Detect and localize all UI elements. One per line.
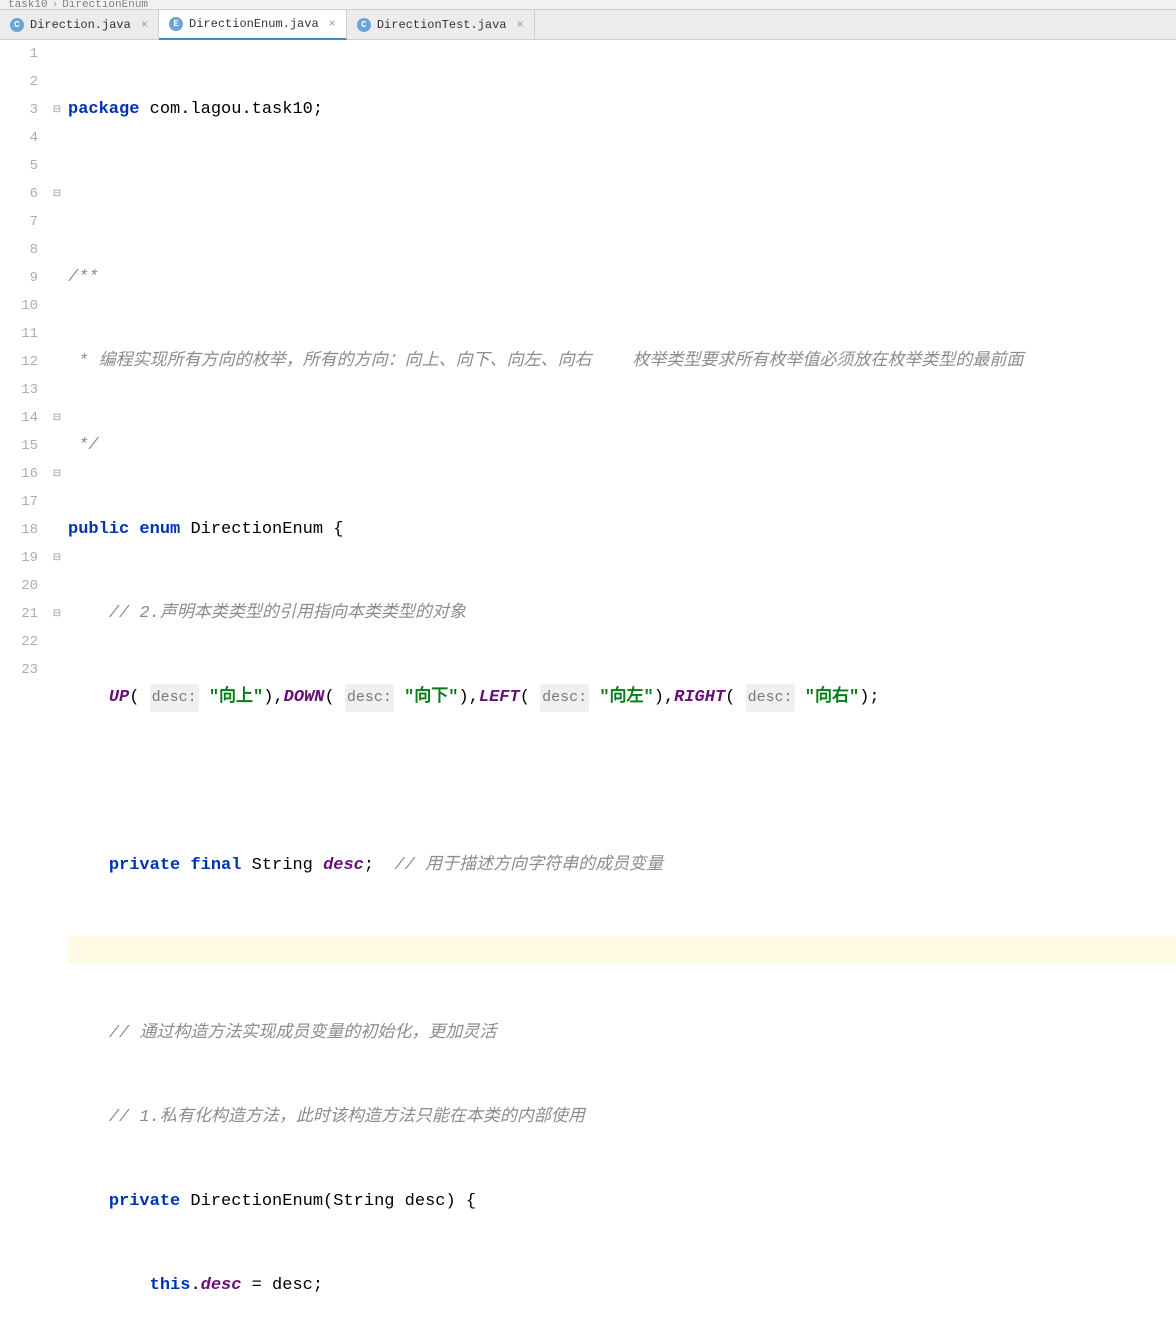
fold-icon[interactable]: ⊟ (50, 180, 64, 208)
code-line: // 通过构造方法实现成员变量的初始化，更加灵活 (68, 1020, 1176, 1048)
close-icon[interactable]: × (329, 17, 336, 31)
code-line: this.desc = desc; (68, 1272, 1176, 1300)
tab-label: DirectionEnum.java (189, 17, 319, 31)
tab-label: DirectionTest.java (377, 18, 507, 32)
line-number[interactable]: 9 (0, 264, 38, 292)
line-number[interactable]: 12 (0, 348, 38, 376)
close-icon[interactable]: × (516, 18, 523, 32)
line-number[interactable]: 5 (0, 152, 38, 180)
code-line (68, 768, 1176, 796)
code-line (68, 180, 1176, 208)
tab-direction[interactable]: C Direction.java × (0, 10, 159, 39)
tab-label: Direction.java (30, 18, 131, 32)
close-icon[interactable]: × (141, 18, 148, 32)
line-number[interactable]: 14 (0, 404, 38, 432)
code-line: /** (68, 264, 1176, 292)
line-number[interactable]: 8 (0, 236, 38, 264)
class-icon: C (357, 18, 371, 32)
code-line: * 编程实现所有方向的枚举，所有的方向：向上、向下、向左、向右 枚举类型要求所有… (68, 348, 1176, 376)
line-number[interactable]: 19 (0, 544, 38, 572)
line-number[interactable]: 15 (0, 432, 38, 460)
fold-icon[interactable]: ⊟ (50, 600, 64, 628)
line-number[interactable]: 10 (0, 292, 38, 320)
code-line: private final String desc; // 用于描述方向字符串的… (68, 852, 1176, 880)
breadcrumb-item[interactable]: task10 (8, 0, 48, 11)
code-line-current (68, 936, 1176, 964)
fold-icon[interactable]: ⊟ (50, 96, 64, 124)
fold-icon[interactable]: ⊟ (50, 404, 64, 432)
code-editor[interactable]: 1 2 3 4 5 6 7 8 9 10 11 12 13 14 15 16 1… (0, 40, 1176, 672)
fold-column: ⊟ ⊟ ⊟ ⊟ ⊟ ⊟ (50, 40, 64, 672)
line-number[interactable]: 21 (0, 600, 38, 628)
code-content[interactable]: package com.lagou.task10; /** * 编程实现所有方向… (64, 40, 1176, 672)
chevron-right-icon: › (52, 0, 59, 11)
tab-direction-test[interactable]: C DirectionTest.java × (347, 10, 535, 39)
line-number[interactable]: 6 (0, 180, 38, 208)
breadcrumb-item[interactable]: DirectionEnum (62, 0, 148, 11)
line-number[interactable]: 11 (0, 320, 38, 348)
line-number[interactable]: 20 (0, 572, 38, 600)
code-line: // 2.声明本类类型的引用指向本类类型的对象 (68, 600, 1176, 628)
enum-icon: E (169, 17, 183, 31)
code-line: UP( desc: "向上"),DOWN( desc: "向下"),LEFT( … (68, 684, 1176, 712)
code-line: public enum DirectionEnum { (68, 516, 1176, 544)
line-gutter: 1 2 3 4 5 6 7 8 9 10 11 12 13 14 15 16 1… (0, 40, 50, 672)
line-number[interactable]: 3 (0, 96, 38, 124)
line-number[interactable]: 23 (0, 656, 38, 684)
line-number[interactable]: 18 (0, 516, 38, 544)
tab-direction-enum[interactable]: E DirectionEnum.java × (159, 10, 347, 40)
editor-tabs: C Direction.java × E DirectionEnum.java … (0, 10, 1176, 40)
line-number[interactable]: 4 (0, 124, 38, 152)
breadcrumb: task10 › DirectionEnum (0, 0, 1176, 10)
code-line: package com.lagou.task10; (68, 96, 1176, 124)
line-number[interactable]: 22 (0, 628, 38, 656)
class-icon: C (10, 18, 24, 32)
code-line: */ (68, 432, 1176, 460)
code-line: // 1.私有化构造方法，此时该构造方法只能在本类的内部使用 (68, 1104, 1176, 1132)
line-number[interactable]: 16 (0, 460, 38, 488)
fold-icon[interactable]: ⊟ (50, 544, 64, 572)
code-line: private DirectionEnum(String desc) { (68, 1188, 1176, 1216)
line-number[interactable]: 2 (0, 68, 38, 96)
fold-icon[interactable]: ⊟ (50, 460, 64, 488)
line-number[interactable]: 13 (0, 376, 38, 404)
line-number[interactable]: 17 (0, 488, 38, 516)
line-number[interactable]: 1 (0, 40, 38, 68)
line-number[interactable]: 7 (0, 208, 38, 236)
